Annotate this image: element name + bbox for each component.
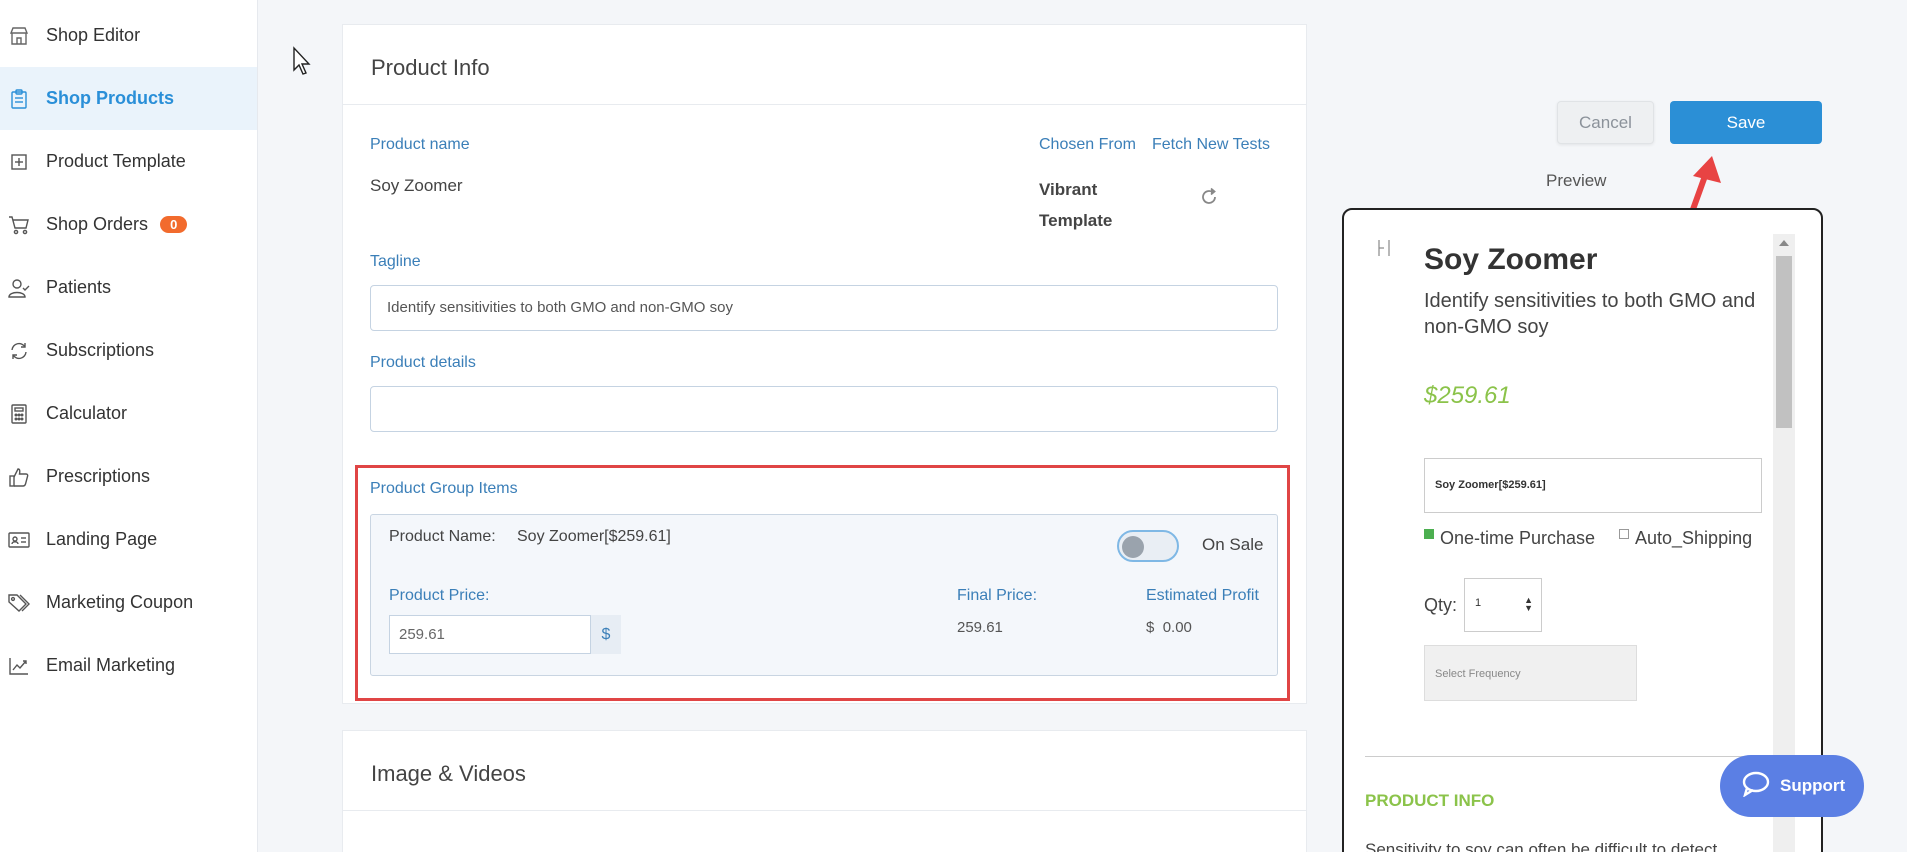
- product-details-input[interactable]: [370, 386, 1278, 432]
- sidebar-item-subscriptions[interactable]: Subscriptions: [0, 319, 257, 382]
- qty-stepper[interactable]: 1 ▲ ▼: [1464, 578, 1542, 632]
- sidebar: Shop Editor Shop Products Product Templa…: [0, 0, 258, 852]
- cancel-button[interactable]: Cancel: [1557, 101, 1654, 144]
- sidebar-item-label: Product Template: [46, 151, 186, 171]
- user-icon: [8, 277, 30, 299]
- chat-bubble-icon: [1742, 771, 1770, 802]
- product-group-items-label: Product Group Items: [370, 480, 518, 497]
- product-info-title: Product Info: [343, 25, 1306, 105]
- checkbox-unchecked-icon[interactable]: [1619, 528, 1629, 539]
- currency-addon: $: [591, 615, 621, 654]
- scrollbar-thumb[interactable]: [1776, 256, 1792, 428]
- fetch-new-tests-link[interactable]: Fetch New Tests: [1152, 136, 1270, 154]
- support-label: Support: [1780, 776, 1846, 795]
- on-sale-label: On Sale: [1202, 535, 1264, 554]
- preview-product-info-heading: PRODUCT INFO: [1365, 791, 1495, 810]
- preview-price: $259.61: [1424, 382, 1511, 409]
- sidebar-item-label: Shop Orders: [46, 214, 149, 234]
- scroll-up-arrow[interactable]: [1779, 240, 1789, 246]
- tagline-input[interactable]: Identify sensitivities to both GMO and n…: [370, 285, 1278, 331]
- preview-tagline: Identify sensitivities to both GMO and n…: [1424, 290, 1756, 338]
- sidebar-item-shop-orders[interactable]: Shop Orders 0: [0, 193, 257, 256]
- profit-currency: $: [1146, 619, 1155, 636]
- thumbs-up-icon: [8, 466, 30, 488]
- preview-label: Preview: [1546, 171, 1607, 190]
- sidebar-item-label: Prescriptions: [46, 466, 151, 486]
- template-name-line1: Vibrant: [1039, 180, 1098, 199]
- sidebar-item-label: Calculator: [46, 403, 128, 423]
- product-name-label: Product name: [370, 136, 470, 153]
- chart-line-icon: [8, 655, 30, 677]
- clipboard-icon: [8, 88, 30, 110]
- chosen-from-label: Chosen From: [1039, 136, 1136, 153]
- refresh-template-icon[interactable]: [1199, 187, 1219, 212]
- mouse-cursor-icon: [293, 46, 311, 75]
- sidebar-item-shop-editor[interactable]: Shop Editor: [0, 4, 257, 67]
- sidebar-item-shop-products[interactable]: Shop Products: [0, 67, 257, 130]
- profit-amount: 0.00: [1162, 619, 1192, 636]
- auto-shipping-option[interactable]: Auto_Shipping: [1619, 528, 1752, 549]
- qty-label: Qty:: [1424, 595, 1458, 615]
- preview-variant-select[interactable]: Soy Zoomer[$259.61]: [1424, 458, 1762, 513]
- sidebar-item-calculator[interactable]: Calculator: [0, 382, 257, 445]
- preview-product-title: Soy Zoomer: [1424, 243, 1598, 276]
- group-product-name-label: Product Name:: [389, 528, 496, 545]
- sidebar-item-prescriptions[interactable]: Prescriptions: [0, 445, 257, 508]
- save-button[interactable]: Save: [1670, 101, 1822, 144]
- sidebar-item-label: Shop Editor: [46, 25, 141, 45]
- plus-square-icon: [8, 151, 30, 173]
- sidebar-item-label: Shop Products: [46, 88, 175, 108]
- final-price-label: Final Price:: [957, 587, 1038, 604]
- sidebar-item-patients[interactable]: Patients: [0, 256, 257, 319]
- sidebar-item-marketing-coupon[interactable]: Marketing Coupon: [0, 571, 257, 634]
- estimated-profit-value: $ 0.00: [1146, 619, 1192, 636]
- stepper-arrows-icon[interactable]: ▲ ▼: [1524, 596, 1533, 613]
- cart-icon: [8, 214, 30, 236]
- id-card-icon: [8, 529, 30, 551]
- estimated-profit-label: Estimated Profit: [1146, 587, 1259, 604]
- calculator-icon: [8, 403, 30, 425]
- images-videos-card: Image & Videos: [342, 730, 1307, 852]
- sidebar-item-label: Patients: [46, 277, 112, 297]
- preview-description: Sensitivity to soy can often be difficul…: [1365, 840, 1718, 852]
- checkbox-checked-icon[interactable]: [1424, 528, 1434, 539]
- orders-count-badge: 0: [160, 216, 188, 233]
- sidebar-item-label: Landing Page: [46, 529, 158, 549]
- frequency-select[interactable]: Select Frequency: [1424, 645, 1637, 701]
- auto-shipping-label: Auto_Shipping: [1635, 528, 1753, 548]
- product-price-label: Product Price:: [389, 587, 490, 604]
- store-icon: [8, 25, 30, 47]
- refresh-icon: [8, 340, 30, 362]
- chosen-template: Vibrant Template: [1039, 174, 1112, 236]
- image-placeholder-icon: [1377, 238, 1391, 263]
- sidebar-item-label: Subscriptions: [46, 340, 155, 360]
- sidebar-item-label: Email Marketing: [46, 655, 176, 675]
- sidebar-item-label: Marketing Coupon: [46, 592, 194, 612]
- product-details-label: Product details: [370, 354, 476, 371]
- final-price-value: 259.61: [957, 619, 1003, 636]
- toggle-knob: [1122, 536, 1144, 558]
- product-name-value: Soy Zoomer: [370, 176, 463, 195]
- on-sale-toggle[interactable]: [1117, 530, 1179, 562]
- template-name-line2: Template: [1039, 211, 1113, 230]
- tags-icon: [8, 592, 30, 614]
- group-product-name-value: Soy Zoomer[$259.61]: [517, 528, 671, 545]
- product-price-input[interactable]: 259.61: [389, 615, 591, 654]
- images-videos-title: Image & Videos: [343, 731, 1306, 811]
- sidebar-item-email-marketing[interactable]: Email Marketing: [0, 634, 257, 697]
- one-time-purchase-label: One-time Purchase: [1440, 528, 1596, 548]
- preview-divider: [1365, 756, 1745, 757]
- sidebar-item-product-template[interactable]: Product Template: [0, 130, 257, 193]
- sidebar-item-landing-page[interactable]: Landing Page: [0, 508, 257, 571]
- tagline-label: Tagline: [370, 253, 421, 270]
- qty-value: 1: [1475, 597, 1482, 609]
- one-time-purchase-option[interactable]: One-time Purchase: [1424, 528, 1595, 549]
- support-button[interactable]: Support: [1720, 755, 1864, 817]
